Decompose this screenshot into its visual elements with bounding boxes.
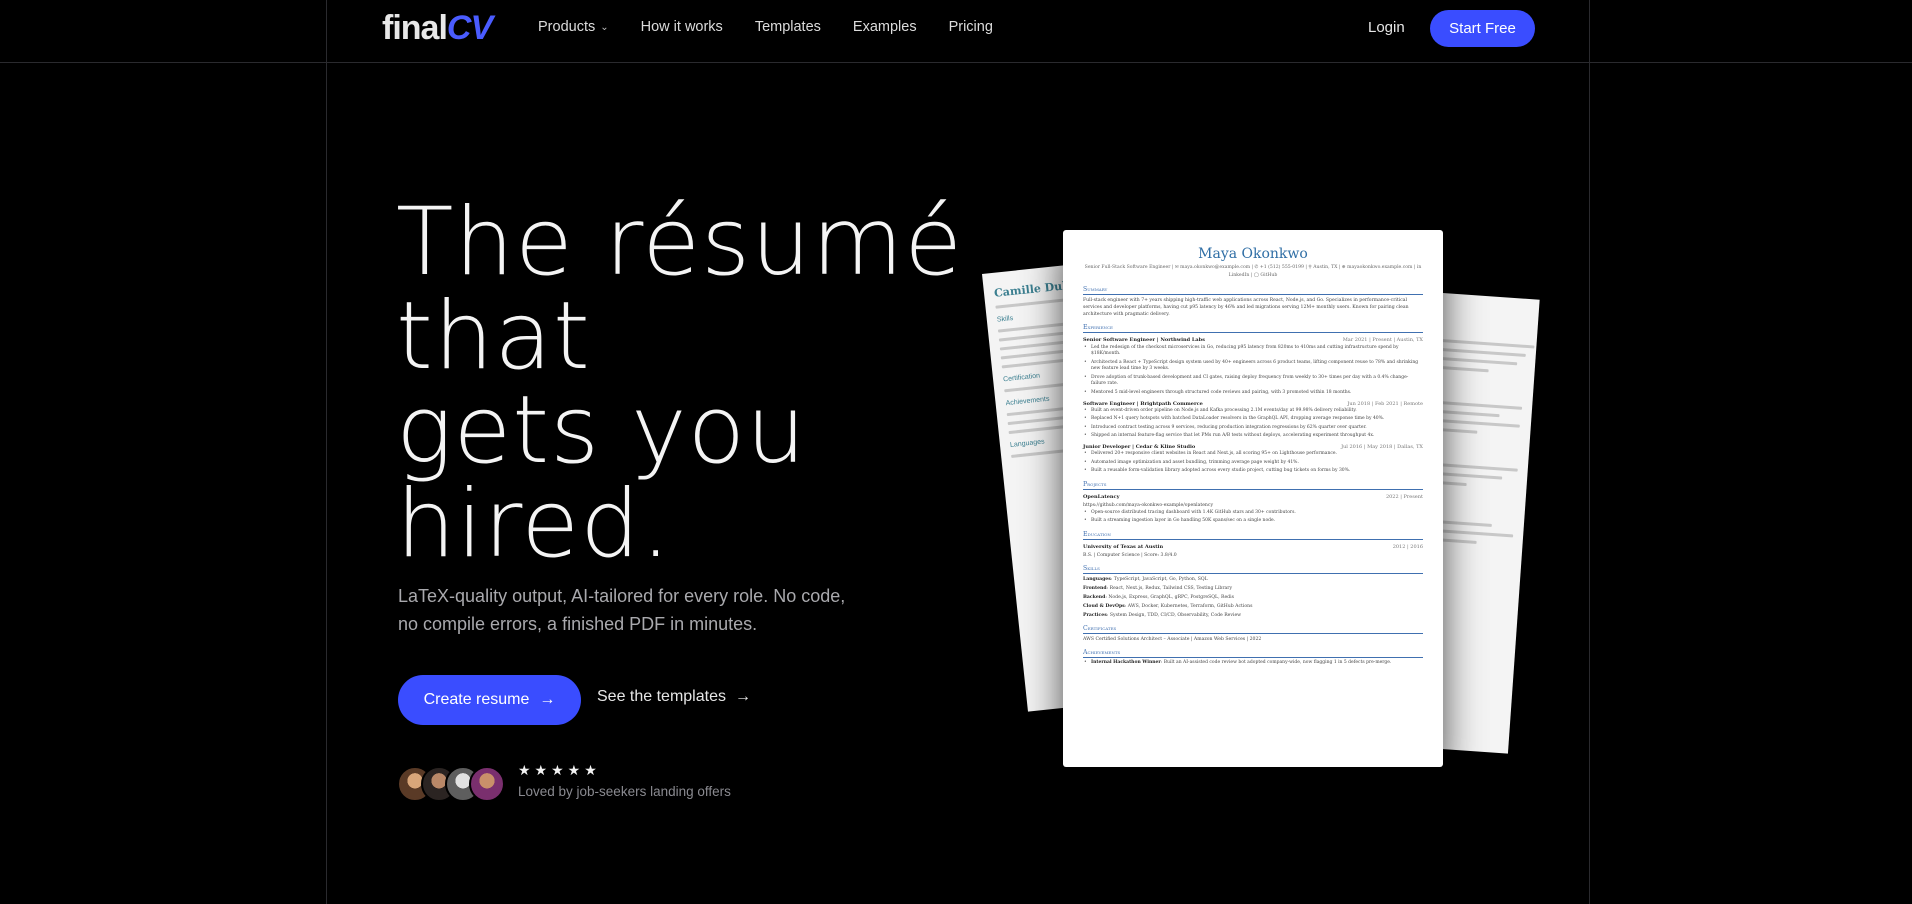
resume-achievement: Internal Hackathon Winner: Built an AI-a… [1083,660,1423,667]
resume-skill-row: Frontend: React, Next.js, Redux, Tailwin… [1083,586,1233,592]
social-proof-text: Loved by job-seekers landing offers [518,784,731,799]
resume-bullet: Introduced contract testing across 9 ser… [1083,425,1423,432]
skill-value: Node.js, Express, GraphQL, gRPC, Postgre… [1108,595,1234,601]
resume-bullet: Delivered 20+ responsive client websites… [1083,451,1423,458]
skill-value: React, Next.js, Redux, Tailwind CSS, Tes… [1109,586,1233,592]
resume-school-name: University of Texas at Austin [1083,544,1164,551]
start-free-button[interactable]: Start Free [1430,10,1535,47]
resume-section-summary: Summary [1083,286,1423,295]
resume-section-skills: Skills [1083,565,1423,575]
hero-title-line-1: The résumé [396,188,964,297]
skill-key: Cloud & DevOps [1083,604,1125,610]
achievement-value: : Built an AI-assisted code review bot a… [1160,659,1392,665]
arrow-right-icon: → [539,691,556,708]
resume-section-education: Education [1083,531,1423,541]
resume-job-title: Software Engineer | Brightpath Commerce [1083,400,1203,407]
avatar [469,766,505,802]
resume-bullet: Replaced N+1 query hotspots with batched… [1083,416,1423,423]
nav-how-it-works[interactable]: How it works [641,19,723,35]
resume-skill-row: Backend: Node.js, Express, GraphQL, gRPC… [1083,595,1234,601]
brand-logo-part1: final [382,9,448,47]
see-templates-link[interactable]: See the templates → [597,688,751,706]
skill-key: Languages [1083,577,1111,583]
resume-job: Senior Software Engineer | Northwind Lab… [1083,337,1423,343]
resume-section-projects: Projects [1083,481,1423,490]
resume-bullet: Automated image optimization and asset b… [1083,460,1423,467]
resume-section-achievements: Achievements [1083,649,1423,659]
create-resume-button[interactable]: Create resume → [398,675,581,725]
nav-products-label: Products [538,19,596,35]
star-rating: ★★★★★ [518,762,601,778]
resume-preview-front: Maya Okonkwo Senior Full-Stack Software … [1063,230,1443,767]
nav-products[interactable]: Products ⌄ [538,19,609,35]
see-templates-label: See the templates [597,688,726,705]
resume-bullet: Led the redesign of the checkout microse… [1083,345,1423,359]
skill-key: Backend [1083,595,1106,601]
frame-divider-left [326,0,327,904]
hero-title-line-2: that [396,282,591,391]
resume-bullet: Mentored 5 mid-level engineers through s… [1083,390,1423,397]
brand-logo-part2: CV [446,9,493,47]
resume-bullet: Built a streaming ingestion layer in Go … [1083,518,1423,525]
resume-job-date: Jul 2016 | May 2018 | Dallas, TX [1341,443,1423,450]
create-resume-label: Create resume [423,691,530,708]
hero-subtitle: LaTeX-quality output, AI-tailored for ev… [398,586,846,634]
resume-bullet: Shipped an internal feature-flag service… [1083,433,1423,440]
hero-title-line-3: gets you [396,376,807,485]
resume-job: Junior Developer | Cedar & Kline Studio J… [1083,444,1423,450]
header-divider [0,62,1912,63]
resume-summary: Full-stack engineer with 7+ years shippi… [1083,298,1409,317]
resume-job-title: Senior Software Engineer | Northwind Lab… [1083,337,1205,343]
frame-divider-right [1589,0,1590,904]
hero-title-line-4: hired. [396,470,672,579]
nav-pricing-label: Pricing [948,19,993,35]
skill-key: Practices [1083,613,1107,619]
resume-bullet: Built a reusable form-validation library… [1083,468,1423,475]
resume-bullet: Architected a React + TypeScript design … [1083,360,1423,374]
resume-project: OpenLatency 2022 | Present [1083,494,1423,500]
resume-school: University of Texas at Austin 2012 | 2016 [1083,544,1423,550]
resume-bullet: Built an event-driven order pipeline on … [1083,408,1423,415]
resume-skill-row: Cloud & DevOps: AWS, Docker, Kubernetes,… [1083,604,1253,610]
nav-examples[interactable]: Examples [853,19,917,35]
resume-job-date: Mar 2021 | Present | Austin, TX [1342,337,1423,343]
placeholder-line [1436,338,1535,349]
resume-project-url: https://github.com/maya-okonkwo-example/… [1083,502,1214,508]
resume-project-title: OpenLatency [1083,493,1120,500]
resume-bullet: Drove adoption of trunk-based developmen… [1083,375,1423,389]
login-link[interactable]: Login [1368,19,1405,36]
resume-section-certificates: Certificates [1083,625,1423,635]
brand-logo[interactable]: finalCV [382,9,493,47]
resume-degree: B.S. | Computer Science | Score: 3.8/4.0 [1083,553,1177,559]
resume-project-date: 2022 | Present [1385,493,1423,500]
achievement-key: Internal Hackathon Winner [1091,659,1161,665]
resume-skill-row: Practices: System Design, TDD, CI/CD, Ob… [1083,613,1242,619]
resume-school-date: 2012 | 2016 [1392,544,1423,551]
resume-bullet: Open-source distributed tracing dashboar… [1083,510,1423,517]
nav-templates[interactable]: Templates [755,19,821,35]
avatar-group [397,766,507,802]
resume-skill-row: Languages: TypeScript, JavaScript, Go, P… [1083,577,1208,583]
nav-pricing[interactable]: Pricing [949,19,993,35]
resume-contact: Senior Full-Stack Software Engineer | ✉ … [1084,265,1422,278]
skill-value: AWS, Docker, Kubernetes, Terraform, GitH… [1127,604,1253,610]
nav-templates-label: Templates [754,19,821,35]
hero-title: The résumé that gets you hired. [396,196,963,572]
main-nav: Products ⌄ How it works Templates Exampl… [538,19,1025,35]
chevron-down-icon: ⌄ [600,21,609,33]
resume-name: Maya Okonkwo [1198,246,1308,262]
resume-job-date: Jun 2018 | Feb 2021 | Remote [1347,400,1423,407]
skill-key: Frontend [1083,586,1107,592]
skill-value: System Design, TDD, CI/CD, Observability… [1109,613,1242,619]
resume-job-title: Junior Developer | Cedar & Kline Studio [1083,443,1196,450]
arrow-right-icon: → [734,688,751,705]
resume-job: Software Engineer | Brightpath Commerce J… [1083,401,1423,407]
resume-section-experience: Experience [1083,324,1423,333]
nav-examples-label: Examples [852,19,917,35]
nav-how-it-works-label: How it works [640,19,723,35]
top-navigation: finalCV Products ⌄ How it works Template… [0,0,1912,62]
resume-certificate: AWS Certified Solutions Architect – Asso… [1083,637,1262,643]
skill-value: TypeScript, JavaScript, Go, Python, SQL [1113,577,1208,583]
